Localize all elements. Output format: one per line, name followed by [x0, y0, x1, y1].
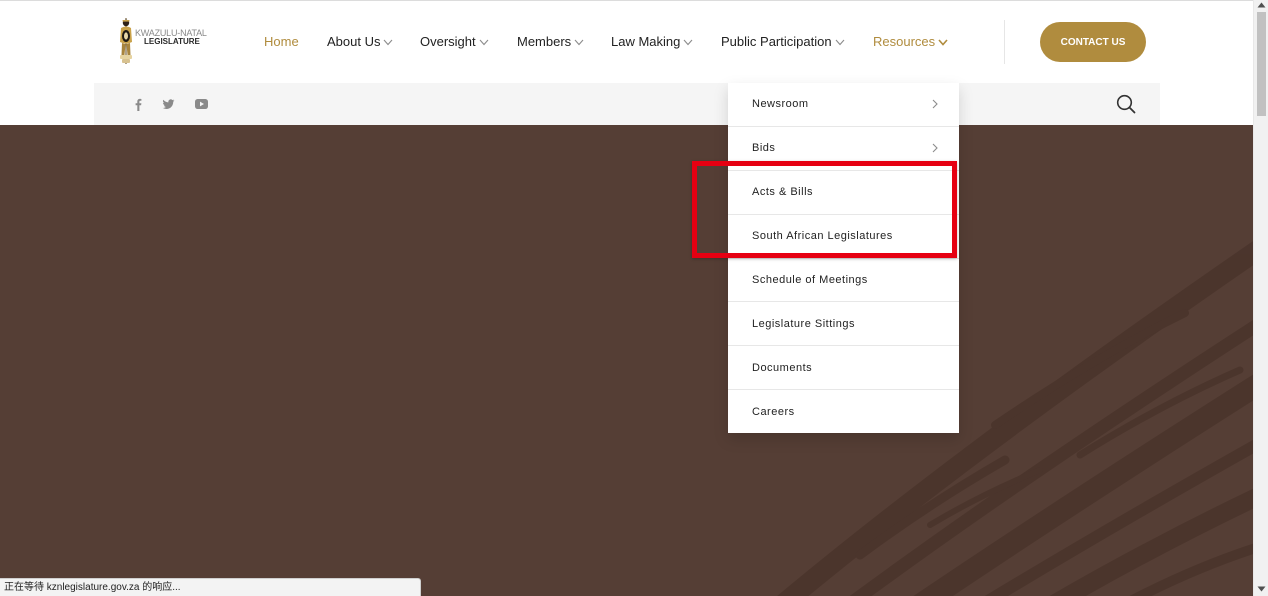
menu-item-newsroom[interactable]: Newsroom	[728, 83, 959, 126]
youtube-link[interactable]	[195, 83, 208, 125]
youtube-icon	[195, 99, 208, 109]
nav-label: About Us	[327, 34, 381, 49]
scrollbar-thumb[interactable]	[1257, 12, 1266, 116]
contact-us-button[interactable]: CONTACT US	[1040, 22, 1146, 62]
scroll-down-arrow-icon[interactable]	[1257, 586, 1266, 592]
nav-label: Law Making	[611, 34, 681, 49]
logo-line2: LEGISLATURE	[144, 37, 200, 46]
nav-oversight[interactable]: Oversight	[420, 34, 489, 50]
menu-item-documents[interactable]: Documents	[728, 345, 959, 389]
menu-item-schedule-of-meetings[interactable]: Schedule of Meetings	[728, 257, 959, 302]
nav-label: Oversight	[420, 34, 476, 49]
menu-item-label: Legislature Sittings	[752, 317, 855, 330]
facebook-icon	[135, 98, 142, 111]
chevron-down-icon	[479, 39, 489, 46]
menu-item-careers[interactable]: Careers	[728, 389, 959, 433]
chevron-down-icon	[683, 39, 693, 46]
nav-resources[interactable]: Resources	[873, 34, 948, 50]
chevron-down-icon	[835, 39, 845, 46]
nav-home[interactable]: Home	[264, 34, 299, 50]
nav-about-us[interactable]: About Us	[327, 34, 393, 50]
chevron-down-icon	[383, 39, 393, 46]
nav-label: Public Participation	[721, 34, 832, 49]
nav-law-making[interactable]: Law Making	[611, 34, 693, 50]
hero-background-pattern	[777, 241, 1253, 596]
search-icon	[1116, 94, 1136, 114]
chevron-down-icon	[574, 39, 584, 46]
nav-members[interactable]: Members	[517, 34, 584, 50]
twitter-icon	[162, 98, 175, 109]
menu-item-label: Careers	[752, 405, 795, 418]
site-logo[interactable]: KWAZULU-NATAL LEGISLATURE	[116, 16, 216, 66]
search-button[interactable]	[1116, 94, 1136, 114]
scroll-up-arrow-icon[interactable]	[1257, 2, 1266, 8]
twitter-link[interactable]	[162, 83, 175, 125]
menu-item-label: Newsroom	[752, 98, 809, 111]
page: KWAZULU-NATAL LEGISLATURE Home About Us …	[0, 0, 1268, 596]
nav-label: Resources	[873, 34, 936, 49]
menu-item-label: Documents	[752, 361, 813, 374]
browser-status-bar: 正在等待 kznlegislature.gov.za 的响应...	[0, 578, 421, 596]
menu-item-label: Schedule of Meetings	[752, 273, 868, 286]
chevron-right-icon	[932, 100, 938, 109]
window-top-border	[0, 0, 1253, 1]
chevron-right-icon	[932, 143, 938, 153]
social-search-bar	[94, 83, 1160, 125]
legislature-emblem-icon	[120, 18, 132, 64]
menu-item-legislature-sittings[interactable]: Legislature Sittings	[728, 301, 959, 345]
resources-dropdown-menu: Newsroom Bids Acts & Bills South African…	[728, 83, 959, 433]
vertical-scrollbar[interactable]	[1253, 0, 1268, 596]
hero-section	[0, 125, 1253, 596]
header-divider	[1004, 20, 1005, 64]
nav-label: Members	[517, 34, 572, 49]
menu-item-label: Bids	[752, 142, 776, 155]
nav-label: Home	[264, 34, 299, 49]
nav-public-participation[interactable]: Public Participation	[721, 34, 845, 50]
highlight-annotation-box	[692, 161, 957, 258]
chevron-down-icon	[938, 39, 948, 46]
facebook-link[interactable]	[135, 83, 143, 125]
